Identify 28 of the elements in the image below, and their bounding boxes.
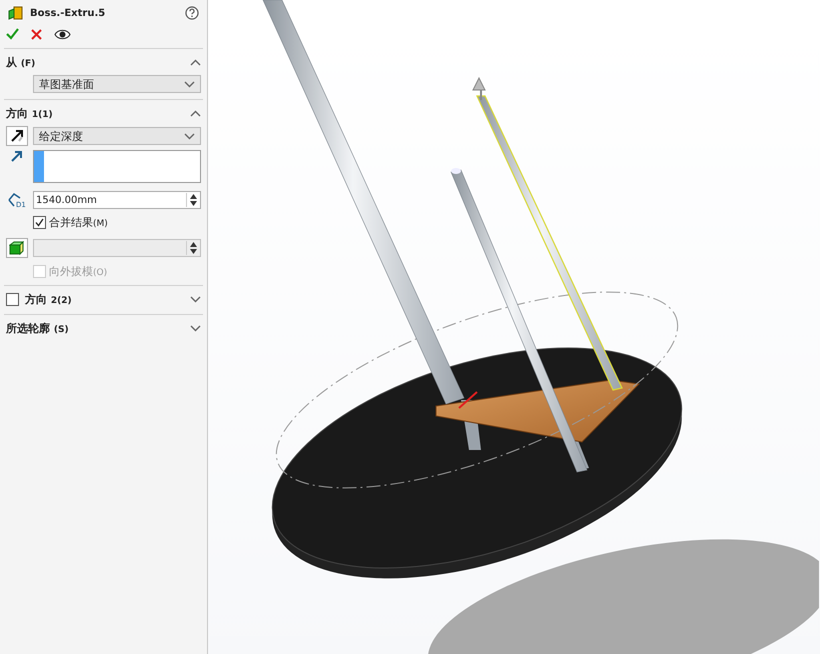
collapse-chevron-icon[interactable] (190, 58, 201, 66)
section-title: 从 (F) (6, 54, 36, 70)
caret-icon[interactable] (184, 132, 195, 140)
extrude-feature-icon (8, 5, 24, 21)
checkbox[interactable] (33, 216, 46, 229)
help-icon[interactable] (185, 6, 199, 20)
selection-box[interactable] (33, 150, 201, 183)
dropdown[interactable]: 草图基准面 (33, 75, 201, 93)
expand-chevron-icon[interactable] (190, 296, 201, 302)
expand-chevron-icon[interactable] (190, 324, 201, 332)
ok-check-icon[interactable] (6, 28, 19, 40)
checkbox[interactable] (6, 292, 19, 306)
option-label: 向外拔模(O) (49, 264, 108, 279)
caret-icon[interactable] (184, 80, 195, 88)
option-label: 合并结果(M) (49, 215, 108, 230)
spinner-buttons[interactable] (186, 193, 200, 207)
section-title: 方向 2(2) (25, 292, 73, 306)
collapse-chevron-icon[interactable] (190, 110, 201, 116)
cancel-x-icon[interactable] (31, 28, 42, 40)
feature-title: Boss.-Extru.5 (30, 8, 106, 18)
spinner-buttons[interactable] (186, 241, 200, 255)
dropdown[interactable]: 给定深度 (33, 127, 201, 145)
section-title: 所选轮廓 (S) (6, 320, 70, 336)
eye-icon[interactable] (54, 28, 71, 40)
draft-angle-input[interactable] (33, 239, 201, 257)
section-title: 方向 1(1) (6, 106, 54, 120)
direction-arrow-icon (11, 150, 23, 162)
depth-input[interactable]: 1540.00mm (33, 191, 201, 209)
